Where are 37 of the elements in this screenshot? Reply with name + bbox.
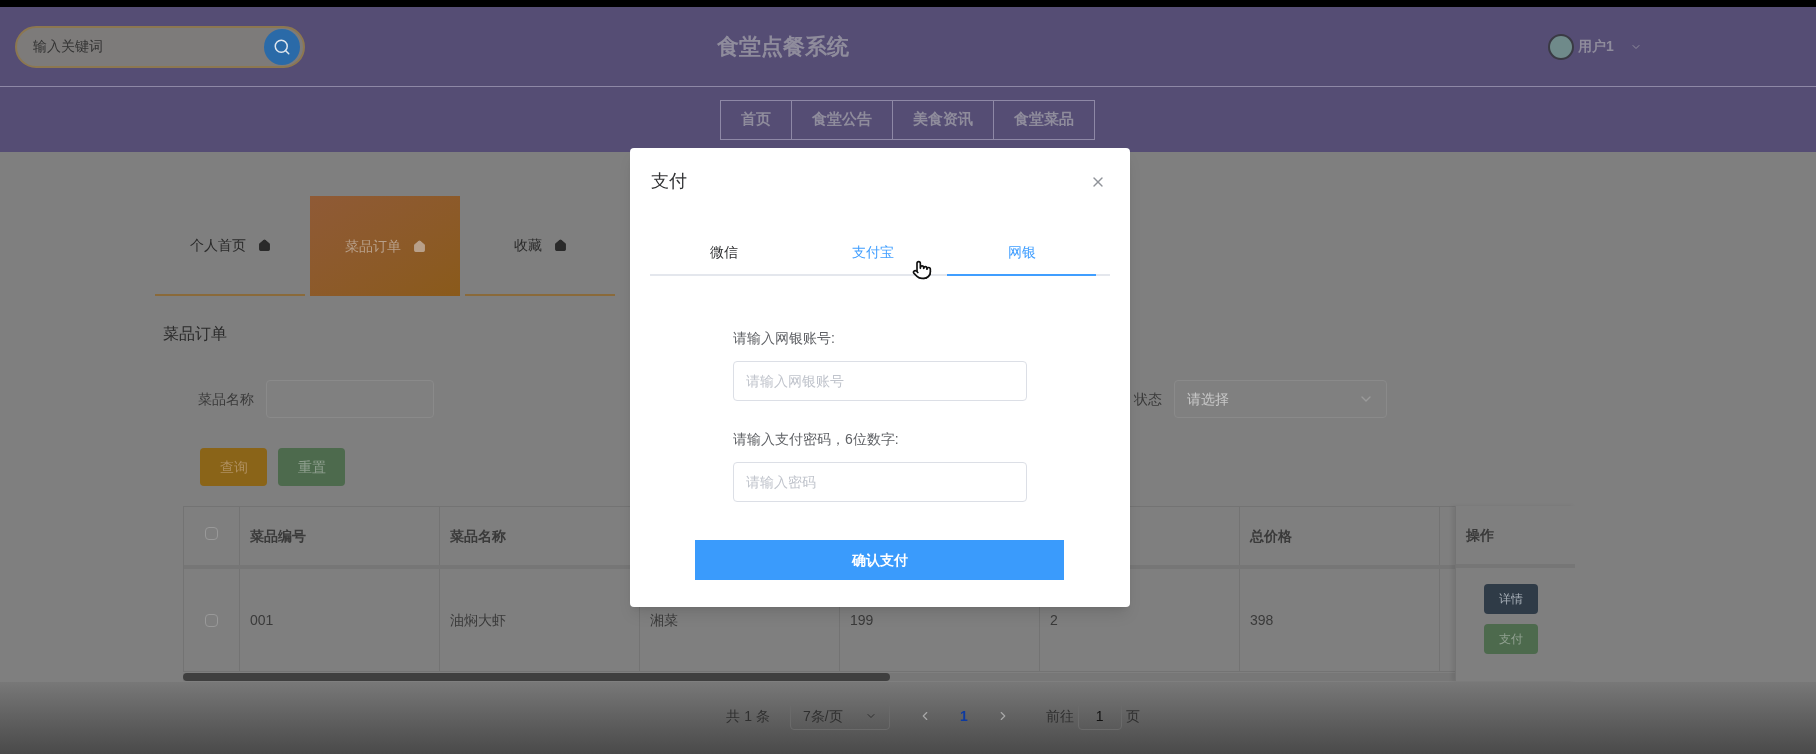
detail-button[interactable]: 详情	[1483, 584, 1538, 614]
table-cell-text: 油焖大虾	[450, 610, 506, 630]
payment-tab[interactable]: 网银	[947, 242, 1096, 276]
filter-label: 状态	[1134, 389, 1162, 409]
search-bar[interactable]: 输入关键词	[15, 25, 305, 68]
dialog-title: 支付	[651, 170, 687, 193]
nav-link[interactable]: 美食资讯	[892, 99, 994, 140]
column-header: 总价格	[1250, 526, 1292, 546]
profile-tab[interactable]: 收藏	[465, 196, 615, 296]
search-field[interactable]: 输入关键词	[33, 36, 233, 57]
nav-link[interactable]: 首页	[720, 99, 792, 140]
search-button[interactable]: 查询	[200, 448, 267, 486]
select-field[interactable]: 请选择	[1174, 380, 1387, 418]
table-cell-text: 2	[1050, 610, 1058, 630]
filter-label: 菜品名称	[198, 389, 254, 409]
table-cell-text: 199	[850, 610, 874, 630]
field-label: 请输入网银账号:	[733, 329, 835, 348]
pay-button[interactable]: 支付	[1483, 624, 1538, 654]
payment-tab[interactable]: 微信	[650, 242, 799, 276]
field-label: 请输入支付密码，6位数字:	[733, 430, 899, 449]
user-name[interactable]: 用户1	[1578, 36, 1614, 57]
reset-button[interactable]: 重置	[278, 448, 345, 486]
page-number[interactable]: 1	[943, 705, 984, 727]
table-cell-text: 001	[250, 610, 274, 630]
payment-tab[interactable]: 支付宝	[798, 242, 948, 276]
nav-link[interactable]: 食堂菜品	[993, 99, 1095, 140]
profile-tab[interactable]: 个人首页	[155, 196, 305, 296]
confirm-pay-button[interactable]: 确认支付	[695, 540, 1064, 580]
table-cell-text: 湘菜	[650, 610, 678, 630]
table-cell-text: 398	[1250, 610, 1274, 630]
nav-link[interactable]: 食堂公告	[791, 99, 893, 140]
column-header: 菜品编号	[250, 526, 306, 546]
profile-tab[interactable]: 菜品订单	[310, 196, 460, 296]
column-header: 操作	[1466, 525, 1494, 545]
site-title: 食堂点餐系统	[717, 33, 849, 61]
section-title: 菜品订单	[163, 324, 227, 344]
column-header: 菜品名称	[450, 526, 506, 546]
